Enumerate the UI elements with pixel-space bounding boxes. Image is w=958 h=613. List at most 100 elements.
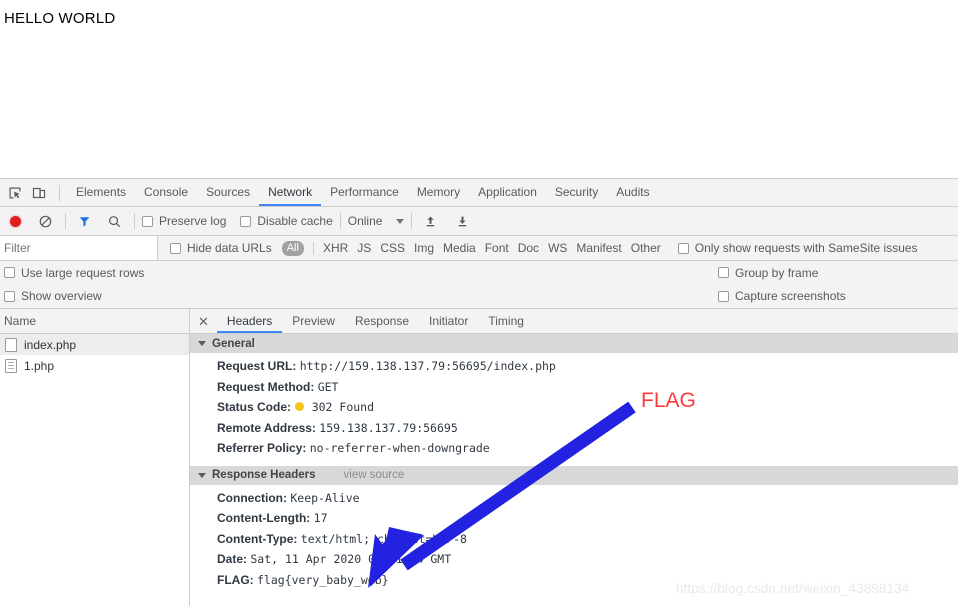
header-value: 159.138.137.79:56695 <box>319 420 458 435</box>
tab-security[interactable]: Security <box>546 179 607 206</box>
tab-response[interactable]: Response <box>345 309 419 333</box>
page-title: HELLO WORLD <box>4 10 116 27</box>
type-filter-ws[interactable]: WS <box>548 241 567 255</box>
checkbox-box[interactable] <box>170 242 181 254</box>
header-value: GET <box>317 379 339 394</box>
toolbar-divider-4 <box>339 213 341 229</box>
tab-initiator[interactable]: Initiator <box>419 309 478 333</box>
header-row-request-method: Request Method: GET <box>190 377 958 398</box>
type-filter-font[interactable]: Font <box>485 241 509 255</box>
samesite-issues-checkbox[interactable]: Only show requests with SameSite issues <box>677 241 918 255</box>
triangle-down-icon[interactable] <box>198 472 206 478</box>
view-source-link[interactable]: view source <box>344 469 405 481</box>
throttling-select[interactable]: Online <box>348 214 405 228</box>
request-list-column-header[interactable]: Name <box>0 309 189 334</box>
type-filter-xhr[interactable]: XHR <box>323 241 348 255</box>
header-key: Remote Address: <box>217 420 316 435</box>
search-icon[interactable] <box>103 210 125 232</box>
checkbox-box[interactable] <box>4 290 15 302</box>
tab-audits[interactable]: Audits <box>607 179 658 206</box>
show-overview-checkbox[interactable]: Show overview <box>4 289 102 303</box>
request-name: 1.php <box>24 358 55 373</box>
web-page-viewport: HELLO WORLD <box>0 0 958 178</box>
type-filter-all[interactable]: All <box>281 240 304 256</box>
tab-network[interactable]: Network <box>259 179 322 206</box>
request-row-index-php[interactable]: index.php <box>0 334 189 355</box>
capture-screenshots-label: Capture screenshots <box>735 289 846 303</box>
export-har-icon[interactable] <box>451 210 473 232</box>
header-row-connection: Connection: Keep-Alive <box>190 488 958 509</box>
close-icon[interactable]: ✕ <box>196 315 217 328</box>
tab-performance[interactable]: Performance <box>321 179 408 206</box>
tab-timing[interactable]: Timing <box>478 309 534 333</box>
general-section-header[interactable]: General <box>190 334 958 353</box>
checkbox-box[interactable] <box>718 267 729 278</box>
checkbox-box[interactable] <box>677 242 689 254</box>
group-by-frame-checkbox[interactable]: Group by frame <box>718 266 818 280</box>
type-filter-other[interactable]: Other <box>631 241 661 255</box>
header-row-date: Date: Sat, 11 Apr 2020 07:21:34 GMT <box>190 549 958 570</box>
filter-input[interactable] <box>0 236 158 260</box>
network-toolbar: Preserve log Disable cache Online <box>0 207 958 236</box>
toolbar-divider-2 <box>65 213 66 229</box>
checkbox-box[interactable] <box>142 215 153 227</box>
network-panes: Name index.php 1.php ✕ Headers Preview R… <box>0 309 958 606</box>
filter-icon[interactable] <box>73 210 95 232</box>
filter-divider <box>312 241 314 255</box>
options-row-2-right: Capture screenshots <box>718 289 846 303</box>
hide-data-urls-checkbox[interactable]: Hide data URLs <box>170 241 272 255</box>
tab-preview[interactable]: Preview <box>282 309 345 333</box>
checkbox-box[interactable] <box>4 267 15 278</box>
record-icon[interactable] <box>4 210 26 232</box>
type-filter-media[interactable]: Media <box>443 241 476 255</box>
header-key: Request URL: <box>217 359 297 373</box>
type-filter-img[interactable]: Img <box>414 241 434 255</box>
header-row-referrer-policy: Referrer Policy: no-referrer-when-downgr… <box>190 438 958 459</box>
disable-cache-label: Disable cache <box>257 214 333 228</box>
type-filter-manifest[interactable]: Manifest <box>576 241 621 255</box>
blank-document-icon <box>5 337 17 352</box>
use-large-request-rows-checkbox[interactable]: Use large request rows <box>4 266 144 280</box>
samesite-issues-label: Only show requests with SameSite issues <box>694 241 918 255</box>
hide-data-urls-label: Hide data URLs <box>187 241 272 255</box>
device-toolbar-icon[interactable] <box>28 182 50 204</box>
header-key: Referrer Policy: <box>217 441 307 455</box>
type-filter-doc[interactable]: Doc <box>518 241 539 255</box>
checkbox-box[interactable] <box>718 290 729 302</box>
toolbar-divider-5 <box>411 213 413 229</box>
header-value: Sat, 11 Apr 2020 07:21:34 GMT <box>250 552 452 566</box>
devtools-panel: Elements Console Sources Network Perform… <box>0 178 958 613</box>
screenshot-root: HELLO WORLD Elements Console Sources Net… <box>0 0 958 613</box>
toolbar-divider <box>59 184 60 201</box>
request-row-1-php[interactable]: 1.php <box>0 355 189 376</box>
header-row-flag: FLAG: flag{very_baby_web} <box>190 570 958 591</box>
inspect-element-icon[interactable] <box>4 182 26 204</box>
network-filter-row: Hide data URLs All XHR JS CSS Img Media … <box>0 236 958 261</box>
response-headers-section-header[interactable]: Response Headers view source <box>190 465 958 485</box>
header-key: Connection: <box>217 490 287 505</box>
header-key: Request Method: <box>217 379 315 394</box>
tab-elements[interactable]: Elements <box>67 179 135 206</box>
tab-console[interactable]: Console <box>135 179 197 206</box>
checkbox-box[interactable] <box>240 215 252 227</box>
header-value: text/html; charset=UTF-8 <box>300 531 467 546</box>
header-key: Date: <box>217 552 248 566</box>
capture-screenshots-checkbox[interactable]: Capture screenshots <box>718 289 846 303</box>
tab-headers[interactable]: Headers <box>216 309 283 333</box>
tab-memory[interactable]: Memory <box>408 179 469 206</box>
type-filter-css[interactable]: CSS <box>380 241 405 255</box>
group-by-frame-label: Group by frame <box>735 265 819 280</box>
text-document-icon <box>5 358 17 373</box>
header-value: http://159.138.137.79:56695/index.php <box>299 359 556 373</box>
import-har-icon[interactable] <box>419 210 441 232</box>
disable-cache-checkbox[interactable]: Disable cache <box>240 214 333 228</box>
type-filter-js[interactable]: JS <box>357 241 371 255</box>
tab-sources[interactable]: Sources <box>197 179 259 206</box>
preserve-log-checkbox[interactable]: Preserve log <box>142 214 226 228</box>
options-row-1-right: Group by frame <box>718 266 818 280</box>
options-row-1: Use large request rows Group by frame <box>0 261 958 284</box>
triangle-down-icon[interactable] <box>198 341 206 346</box>
chevron-down-icon[interactable] <box>396 218 405 224</box>
tab-application[interactable]: Application <box>469 179 546 206</box>
clear-icon[interactable] <box>34 210 56 232</box>
